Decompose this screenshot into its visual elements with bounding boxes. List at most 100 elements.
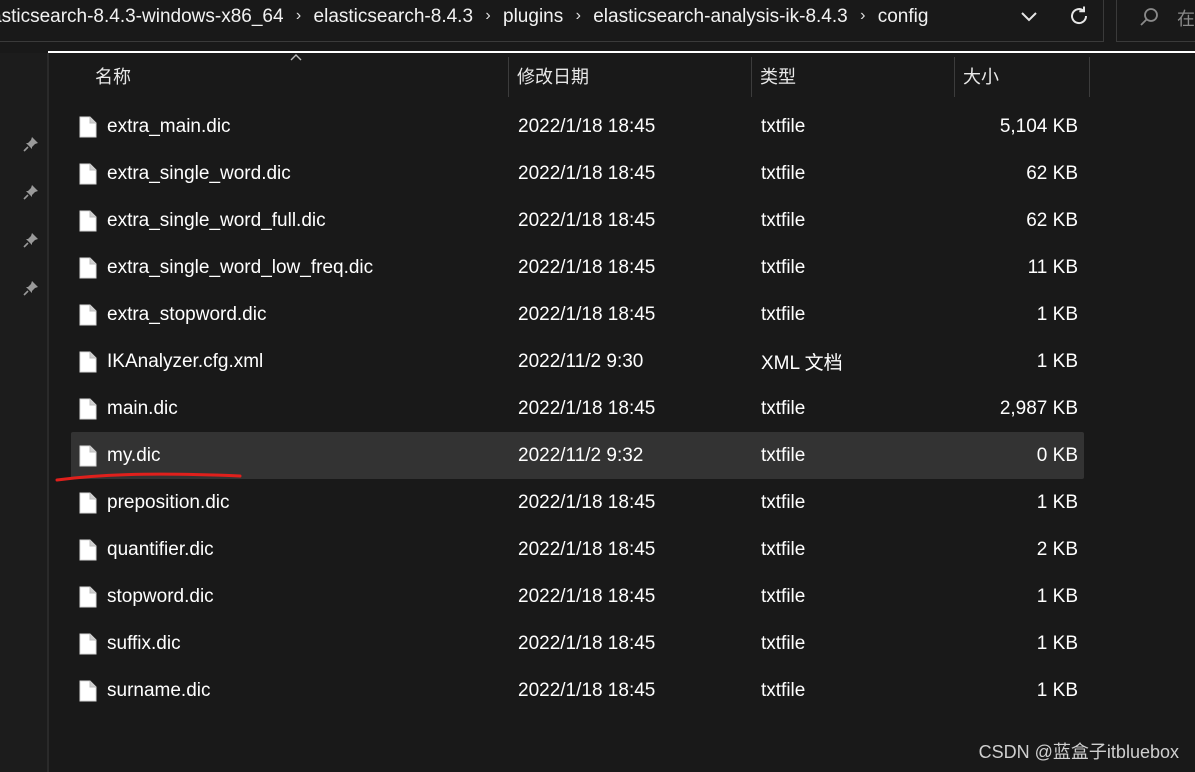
- history-dropdown-button[interactable]: [1014, 4, 1044, 30]
- file-size: 1 KB: [1036, 679, 1078, 701]
- search-box[interactable]: 在: [1116, 0, 1195, 42]
- file-row[interactable]: preposition.dic 2022/1/18 18:45 txtfile 1 K…: [71, 479, 1084, 526]
- document-icon: [79, 103, 97, 150]
- file-size: 2 KB: [1036, 538, 1078, 560]
- file-type: txtfile: [761, 632, 806, 654]
- file-type: txtfile: [761, 303, 806, 325]
- refresh-button[interactable]: [1064, 2, 1094, 30]
- column-divider[interactable]: [508, 57, 509, 97]
- breadcrumb-separator-icon[interactable]: ›: [284, 7, 314, 25]
- column-name-header[interactable]: 名称: [95, 55, 131, 97]
- document-icon: [79, 291, 97, 338]
- column-divider[interactable]: [954, 57, 955, 97]
- breadcrumb-separator-icon[interactable]: ›: [848, 7, 878, 25]
- file-type: txtfile: [761, 538, 806, 560]
- pin-icon[interactable]: [22, 183, 40, 201]
- pin-icon[interactable]: [22, 279, 40, 297]
- column-size-header[interactable]: 大小: [963, 55, 999, 97]
- document-icon: [79, 620, 97, 667]
- address-bar: asticsearch-8.4.3-windows-x86_64 › elastic…: [0, 0, 1195, 50]
- pin-icon[interactable]: [22, 135, 40, 153]
- file-size: 1 KB: [1036, 585, 1078, 607]
- refresh-icon: [1071, 6, 1088, 25]
- breadcrumb-item[interactable]: elasticsearch-8.4.3: [314, 6, 473, 28]
- file-type: txtfile: [761, 585, 806, 607]
- file-modified-date: 2022/1/18 18:45: [518, 397, 656, 419]
- file-size: 62 KB: [1026, 209, 1078, 231]
- file-row[interactable]: stopword.dic 2022/1/18 18:45 txtfile 1 KB: [71, 573, 1084, 620]
- breadcrumb-list: asticsearch-8.4.3-windows-x86_64 › elastic…: [0, 0, 928, 34]
- column-modified-header[interactable]: 修改日期: [517, 55, 589, 97]
- file-size: 2,987 KB: [999, 397, 1078, 419]
- file-row[interactable]: main.dic 2022/1/18 18:45 txtfile 2,987 KB: [71, 385, 1084, 432]
- file-row[interactable]: extra_single_word_full.dic 2022/1/18 18:4…: [71, 197, 1084, 244]
- file-modified-date: 2022/1/18 18:45: [518, 491, 656, 513]
- file-row[interactable]: surname.dic 2022/1/18 18:45 txtfile 1 KB: [71, 667, 1084, 714]
- file-name: quantifier.dic: [107, 538, 214, 560]
- file-modified-date: 2022/11/2 9:30: [518, 350, 644, 372]
- document-icon: [79, 244, 97, 291]
- file-row[interactable]: extra_single_word_low_freq.dic 2022/1/18 …: [71, 244, 1084, 291]
- file-modified-date: 2022/1/18 18:45: [518, 585, 656, 607]
- file-size: 11 KB: [1027, 256, 1078, 278]
- column-divider[interactable]: [751, 57, 752, 97]
- navigation-pane[interactable]: [0, 53, 49, 772]
- document-icon: [79, 197, 97, 244]
- watermark: CSDN @蓝盒子itbluebox: [978, 742, 1179, 762]
- document-icon: [79, 385, 97, 432]
- file-size: 1 KB: [1036, 632, 1078, 654]
- breadcrumb[interactable]: asticsearch-8.4.3-windows-x86_64 › elastic…: [0, 0, 1104, 42]
- file-type: txtfile: [761, 444, 806, 466]
- file-modified-date: 2022/1/18 18:45: [518, 538, 656, 560]
- column-header: 名称 修改日期 类型 大小: [70, 54, 1090, 97]
- document-icon: [79, 573, 97, 620]
- breadcrumb-item[interactable]: config: [878, 6, 929, 28]
- file-row[interactable]: extra_stopword.dic 2022/1/18 18:45 txtfile…: [71, 291, 1084, 338]
- file-size: 1 KB: [1036, 491, 1078, 513]
- file-type: txtfile: [761, 397, 806, 419]
- file-modified-date: 2022/1/18 18:45: [518, 209, 656, 231]
- file-name: stopword.dic: [107, 585, 214, 607]
- file-type: txtfile: [761, 491, 806, 513]
- file-size: 1 KB: [1036, 303, 1078, 325]
- breadcrumb-separator-icon[interactable]: ›: [563, 7, 593, 25]
- breadcrumb-separator-icon[interactable]: ›: [473, 7, 503, 25]
- file-type: txtfile: [761, 162, 806, 184]
- file-type: XML 文档: [761, 353, 843, 374]
- file-type: txtfile: [761, 256, 806, 278]
- file-row[interactable]: extra_single_word.dic 2022/1/18 18:45 txtf…: [71, 150, 1084, 197]
- file-row[interactable]: extra_main.dic 2022/1/18 18:45 txtfile 5,10…: [71, 103, 1084, 150]
- breadcrumb-item[interactable]: plugins: [503, 6, 563, 28]
- toolbar-divider: [48, 51, 1195, 53]
- breadcrumb-item[interactable]: asticsearch-8.4.3-windows-x86_64: [0, 6, 284, 28]
- file-modified-date: 2022/1/18 18:45: [518, 162, 656, 184]
- file-row[interactable]: suffix.dic 2022/1/18 18:45 txtfile 1 KB: [71, 620, 1084, 667]
- column-divider[interactable]: [1089, 57, 1090, 97]
- sort-ascending-icon: [290, 54, 302, 61]
- file-type: txtfile: [761, 209, 806, 231]
- document-icon: [79, 479, 97, 526]
- file-modified-date: 2022/1/18 18:45: [518, 303, 656, 325]
- column-type-header[interactable]: 类型: [760, 55, 796, 97]
- file-name: extra_stopword.dic: [107, 303, 267, 325]
- search-placeholder: 在: [1177, 9, 1195, 29]
- file-row[interactable]: quantifier.dic 2022/1/18 18:45 txtfile 2 KB: [71, 526, 1084, 573]
- breadcrumb-item[interactable]: elasticsearch-analysis-ik-8.4.3: [593, 6, 848, 28]
- file-modified-date: 2022/1/18 18:45: [518, 679, 656, 701]
- file-name: IKAnalyzer.cfg.xml: [107, 350, 264, 372]
- file-modified-date: 2022/1/18 18:45: [518, 632, 656, 654]
- file-name: extra_single_word_full.dic: [107, 209, 326, 231]
- file-list: extra_main.dic 2022/1/18 18:45 txtfile 5,10…: [71, 103, 1084, 714]
- file-type: txtfile: [761, 115, 806, 137]
- file-name: extra_single_word.dic: [107, 162, 291, 184]
- document-icon: [79, 526, 97, 573]
- file-size: 0 KB: [1036, 444, 1078, 466]
- file-name: surname.dic: [107, 679, 211, 701]
- file-row[interactable]: IKAnalyzer.cfg.xml 2022/11/2 9:30 XML 文档 1 …: [71, 338, 1084, 385]
- pin-icon[interactable]: [22, 231, 40, 249]
- file-name: extra_main.dic: [107, 115, 231, 137]
- file-size: 1 KB: [1036, 350, 1078, 372]
- annotation-underline: [55, 472, 242, 482]
- chevron-down-icon: [1021, 12, 1037, 22]
- file-modified-date: 2022/1/18 18:45: [518, 256, 656, 278]
